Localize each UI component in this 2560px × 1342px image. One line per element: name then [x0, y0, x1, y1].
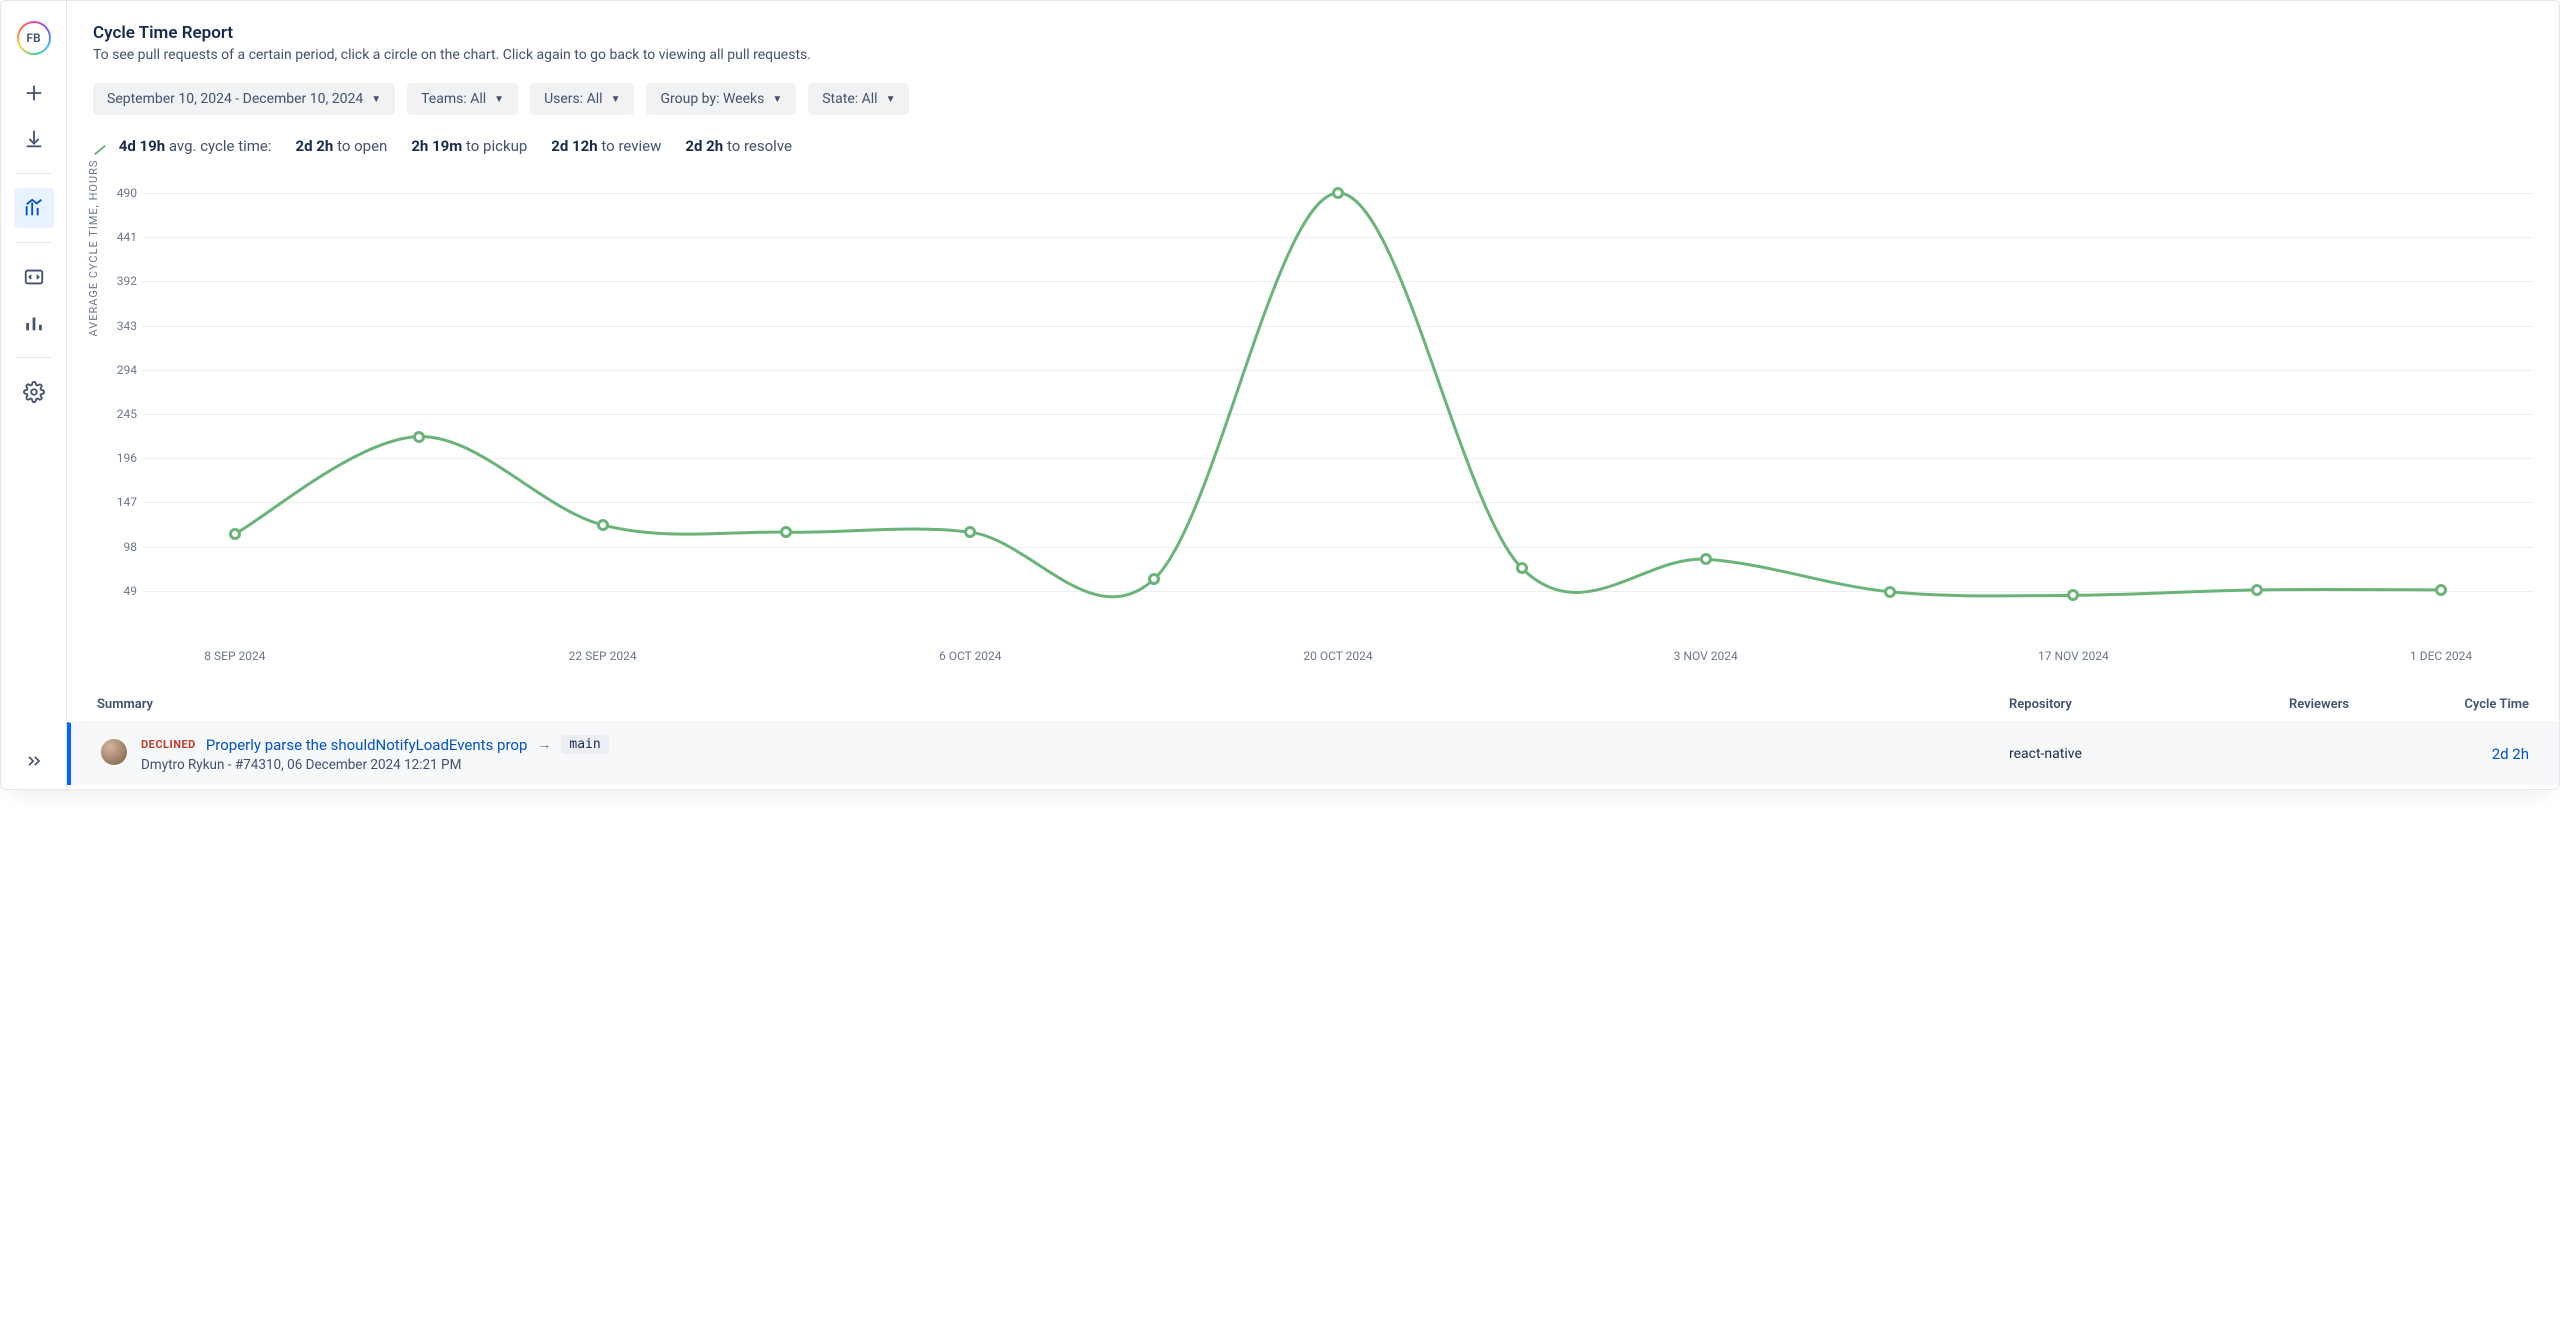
filter-date-range-label: September 10, 2024 - December 10, 2024 — [107, 91, 363, 107]
expand-sidebar-icon[interactable] — [14, 747, 54, 775]
branch-badge: main — [561, 735, 608, 754]
arrow-right-icon: → — [537, 736, 551, 753]
y-tick: 49 — [103, 584, 137, 598]
trend-icon — [94, 145, 106, 156]
filter-group-by-label: Group by: Weeks — [660, 91, 764, 107]
x-tick: 22 SEP 2024 — [569, 649, 637, 663]
x-tick: 3 NOV 2024 — [1674, 649, 1738, 663]
status-badge: DECLINED — [141, 738, 196, 751]
col-cycle-time: Cycle Time — [2409, 697, 2529, 712]
col-repository: Repository — [2009, 697, 2289, 712]
y-tick: 343 — [103, 319, 137, 333]
cell-repository: react-native — [2009, 746, 2289, 762]
code-icon[interactable] — [14, 257, 54, 297]
cell-cycle-time[interactable]: 2d 2h — [2409, 745, 2529, 763]
add-icon[interactable] — [14, 73, 54, 113]
pr-table: Summary Repository Reviewers Cycle Time … — [67, 687, 2559, 785]
y-tick: 98 — [103, 540, 137, 554]
chart-point[interactable] — [413, 431, 425, 443]
chevron-down-icon: ▼ — [611, 94, 621, 105]
avatar — [101, 739, 127, 765]
filter-users[interactable]: Users: All ▼ — [530, 83, 634, 115]
x-tick: 8 SEP 2024 — [204, 649, 265, 663]
chart-point[interactable] — [964, 526, 976, 538]
chart-point[interactable] — [1148, 573, 1160, 585]
chart-point[interactable] — [1700, 553, 1712, 565]
filter-date-range[interactable]: September 10, 2024 - December 10, 2024 ▼ — [93, 83, 395, 115]
gear-icon[interactable] — [14, 372, 54, 412]
table-row[interactable]: DECLINED Properly parse the shouldNotify… — [67, 722, 2559, 785]
col-summary: Summary — [97, 697, 2009, 712]
chevron-down-icon: ▼ — [772, 94, 782, 105]
stat-to-pickup: 2h 19m to pickup — [411, 137, 527, 155]
main-content: Cycle Time Report To see pull requests o… — [67, 1, 2559, 789]
chevron-down-icon: ▼ — [886, 94, 896, 105]
chart-point[interactable] — [1884, 586, 1896, 598]
chart-point[interactable] — [780, 526, 792, 538]
y-tick: 441 — [103, 230, 137, 244]
download-icon[interactable] — [14, 119, 54, 159]
chart-line — [143, 175, 2533, 635]
filter-state[interactable]: State: All ▼ — [808, 83, 909, 115]
page-subtitle: To see pull requests of a certain period… — [93, 47, 2533, 63]
chart-point[interactable] — [597, 519, 609, 531]
y-tick: 196 — [103, 451, 137, 465]
bars-icon[interactable] — [14, 303, 54, 343]
stat-avg-cycle-time: 4d 19h avg. cycle time: — [93, 137, 272, 155]
chart-point[interactable] — [2435, 584, 2447, 596]
app-logo[interactable]: FB — [17, 21, 51, 55]
filter-state-label: State: All — [822, 91, 877, 107]
chevron-down-icon: ▼ — [371, 94, 381, 105]
sidebar: FB — [1, 1, 67, 789]
pr-title[interactable]: Properly parse the shouldNotifyLoadEvent… — [206, 736, 528, 754]
stat-to-resolve: 2d 2h to resolve — [685, 137, 792, 155]
chart-point[interactable] — [1516, 562, 1528, 574]
chart-point[interactable] — [1332, 187, 1344, 199]
y-tick: 245 — [103, 407, 137, 421]
y-tick: 294 — [103, 363, 137, 377]
stat-to-review: 2d 12h to review — [551, 137, 661, 155]
cycle-time-chart[interactable]: AVERAGE CYCLE TIME, HOURS 49981471962452… — [93, 175, 2533, 675]
filter-teams-label: Teams: All — [421, 91, 486, 107]
chart-up-icon[interactable] — [14, 188, 54, 228]
y-tick: 392 — [103, 274, 137, 288]
stat-to-open: 2d 2h to open — [296, 137, 388, 155]
y-tick: 490 — [103, 186, 137, 200]
divider — [16, 242, 52, 243]
col-reviewers: Reviewers — [2289, 697, 2409, 712]
pr-meta: Dmytro Rykun - #74310, 06 December 2024 … — [141, 757, 609, 773]
chart-point[interactable] — [2067, 589, 2079, 601]
divider — [16, 173, 52, 174]
chart-point[interactable] — [2251, 584, 2263, 596]
filter-users-label: Users: All — [544, 91, 603, 107]
page-title: Cycle Time Report — [93, 23, 2533, 43]
y-axis-label: AVERAGE CYCLE TIME, HOURS — [87, 160, 100, 337]
x-tick: 17 NOV 2024 — [2038, 649, 2109, 663]
chevron-down-icon: ▼ — [494, 94, 504, 105]
filter-teams[interactable]: Teams: All ▼ — [407, 83, 518, 115]
chart-point[interactable] — [229, 528, 241, 540]
divider — [16, 357, 52, 358]
y-tick: 147 — [103, 495, 137, 509]
x-tick: 1 DEC 2024 — [2410, 649, 2472, 663]
x-tick: 20 OCT 2024 — [1303, 649, 1372, 663]
filter-group-by[interactable]: Group by: Weeks ▼ — [646, 83, 796, 115]
x-tick: 6 OCT 2024 — [939, 649, 1002, 663]
